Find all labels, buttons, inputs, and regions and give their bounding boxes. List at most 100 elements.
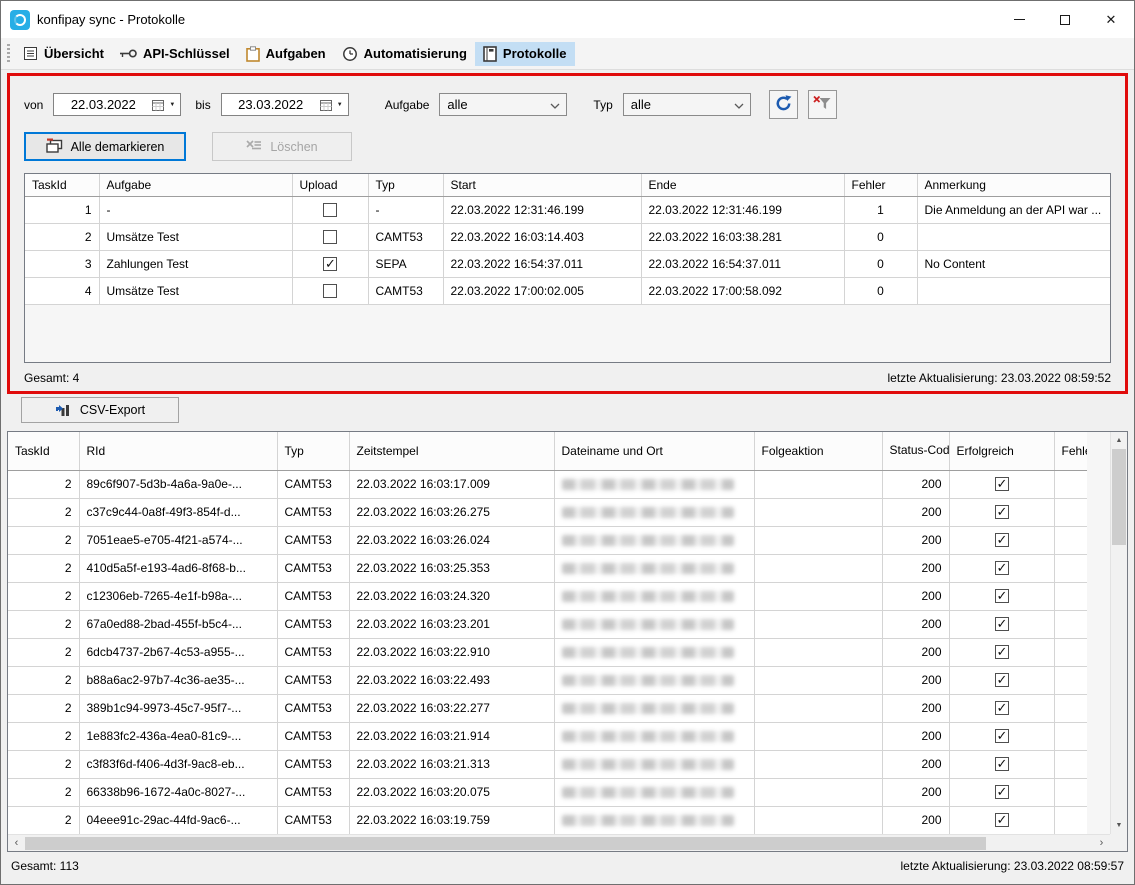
chevron-down-icon bbox=[550, 97, 560, 112]
table-row[interactable]: 2 Umsätze Test CAMT53 22.03.2022 16:03:1… bbox=[25, 223, 1110, 250]
action-row: Alle demarkieren Löschen bbox=[24, 132, 1125, 161]
erfolgreich-checkbox[interactable] bbox=[995, 645, 1009, 659]
scroll-left-icon[interactable]: ‹ bbox=[8, 835, 25, 852]
table-row[interactable]: 4 Umsätze Test CAMT53 22.03.2022 17:00:0… bbox=[25, 277, 1110, 304]
upload-checkbox[interactable] bbox=[323, 284, 337, 298]
cell-dateiname-redacted bbox=[554, 582, 754, 610]
date-from-picker[interactable]: 22.03.2022 ▼ bbox=[53, 93, 181, 116]
cell-folgeaktion bbox=[754, 498, 882, 526]
cell-status-code: 200 bbox=[882, 806, 949, 834]
close-button[interactable]: ✕ bbox=[1088, 1, 1134, 38]
vertical-scroll-thumb[interactable] bbox=[1112, 449, 1126, 545]
table-row[interactable]: 2 1e883fc2-436a-4ea0-81c9-... CAMT53 22.… bbox=[8, 722, 1087, 750]
erfolgreich-checkbox[interactable] bbox=[995, 505, 1009, 519]
tab-label: Aufgaben bbox=[266, 46, 326, 61]
erfolgreich-checkbox[interactable] bbox=[995, 617, 1009, 631]
cell-taskid: 2 bbox=[8, 610, 79, 638]
vertical-scrollbar[interactable]: ▲ ▼ bbox=[1110, 432, 1127, 834]
col-typ[interactable]: Typ bbox=[277, 432, 349, 470]
table-row[interactable]: 2 7051eae5-e705-4f21-a574-... CAMT53 22.… bbox=[8, 526, 1087, 554]
minimize-button[interactable] bbox=[996, 1, 1042, 38]
cell-rid: 89c6f907-5d3b-4a6a-9a0e-... bbox=[79, 470, 277, 498]
table-row[interactable]: 2 6dcb4737-2b67-4c53-a955-... CAMT53 22.… bbox=[8, 638, 1087, 666]
col-start[interactable]: Start bbox=[443, 174, 641, 196]
col-erfolgreich[interactable]: Erfolgreich bbox=[949, 432, 1054, 470]
table-row[interactable]: 2 04eee91c-29ac-44fd-9ac6-... CAMT53 22.… bbox=[8, 806, 1087, 834]
cell-anmerkung: Die Anmeldung an der API war ... bbox=[917, 196, 1110, 223]
col-taskid[interactable]: TaskId bbox=[8, 432, 79, 470]
col-fehler[interactable]: Fehler bbox=[844, 174, 917, 196]
tab-aufgaben[interactable]: Aufgaben bbox=[238, 42, 334, 66]
upload-checkbox[interactable] bbox=[323, 230, 337, 244]
horizontal-scrollbar[interactable]: ‹ › bbox=[8, 834, 1110, 851]
delete-button[interactable]: Löschen bbox=[212, 132, 352, 161]
tab-automatisierung[interactable]: Automatisierung bbox=[334, 42, 475, 66]
chevron-down-icon[interactable]: ▼ bbox=[335, 102, 348, 108]
cell-folgeaktion bbox=[754, 610, 882, 638]
tab-protokolle[interactable]: Protokolle bbox=[475, 42, 575, 66]
cell-dateiname-redacted bbox=[554, 778, 754, 806]
titlebar: konfipay sync - Protokolle ✕ bbox=[1, 1, 1134, 38]
erfolgreich-checkbox[interactable] bbox=[995, 673, 1009, 687]
table-row[interactable]: 2 66338b96-1672-4a0c-8027-... CAMT53 22.… bbox=[8, 778, 1087, 806]
cell-upload bbox=[292, 250, 368, 277]
col-zeitstempel[interactable]: Zeitstempel bbox=[349, 432, 554, 470]
col-fehler[interactable]: Fehler bbox=[1054, 432, 1087, 470]
table-row[interactable]: 2 410d5a5f-e193-4ad6-8f68-b... CAMT53 22… bbox=[8, 554, 1087, 582]
chevron-down-icon[interactable]: ▼ bbox=[167, 102, 180, 108]
scroll-up-icon[interactable]: ▲ bbox=[1111, 432, 1127, 449]
col-ende[interactable]: Ende bbox=[641, 174, 844, 196]
maximize-button[interactable] bbox=[1042, 1, 1088, 38]
erfolgreich-checkbox[interactable] bbox=[995, 813, 1009, 827]
clear-filter-button[interactable] bbox=[808, 90, 837, 119]
col-folgeaktion[interactable]: Folgeaktion bbox=[754, 432, 882, 470]
cell-dateiname-redacted bbox=[554, 638, 754, 666]
cell-start: 22.03.2022 12:31:46.199 bbox=[443, 196, 641, 223]
erfolgreich-checkbox[interactable] bbox=[995, 785, 1009, 799]
demark-all-button[interactable]: Alle demarkieren bbox=[24, 132, 186, 161]
table-row[interactable]: 2 b88a6ac2-97b7-4c36-ae35-... CAMT53 22.… bbox=[8, 666, 1087, 694]
erfolgreich-checkbox[interactable] bbox=[995, 561, 1009, 575]
table-row[interactable]: 2 c12306eb-7265-4e1f-b98a-... CAMT53 22.… bbox=[8, 582, 1087, 610]
table-row[interactable]: 2 c37c9c44-0a8f-49f3-854f-d... CAMT53 22… bbox=[8, 498, 1087, 526]
table-row[interactable]: 3 Zahlungen Test SEPA 22.03.2022 16:54:3… bbox=[25, 250, 1110, 277]
table-row[interactable]: 2 67a0ed88-2bad-455f-b5c4-... CAMT53 22.… bbox=[8, 610, 1087, 638]
date-to-picker[interactable]: 23.03.2022 ▼ bbox=[221, 93, 349, 116]
erfolgreich-checkbox[interactable] bbox=[995, 701, 1009, 715]
horizontal-scroll-thumb[interactable] bbox=[25, 837, 986, 850]
table-row[interactable]: 2 89c6f907-5d3b-4a6a-9a0e-... CAMT53 22.… bbox=[8, 470, 1087, 498]
col-aufgabe[interactable]: Aufgabe bbox=[99, 174, 292, 196]
cell-fehler: 0 bbox=[844, 250, 917, 277]
tab-api-schluessel[interactable]: API-Schlüssel bbox=[112, 42, 238, 65]
scroll-down-icon[interactable]: ▼ bbox=[1111, 817, 1127, 834]
erfolgreich-checkbox[interactable] bbox=[995, 729, 1009, 743]
csv-export-button[interactable]: CSV-Export bbox=[21, 397, 179, 423]
erfolgreich-checkbox[interactable] bbox=[995, 589, 1009, 603]
col-anmerkung[interactable]: Anmerkung bbox=[917, 174, 1110, 196]
cell-dateiname-redacted bbox=[554, 610, 754, 638]
typ-select[interactable]: alle bbox=[623, 93, 751, 116]
upload-checkbox[interactable] bbox=[323, 203, 337, 217]
cell-rid: 1e883fc2-436a-4ea0-81c9-... bbox=[79, 722, 277, 750]
col-dateiname[interactable]: Dateiname und Ort bbox=[554, 432, 754, 470]
table-row[interactable]: 1 - - 22.03.2022 12:31:46.199 22.03.2022… bbox=[25, 196, 1110, 223]
scroll-right-icon[interactable]: › bbox=[1093, 835, 1110, 852]
col-taskid[interactable]: TaskId bbox=[25, 174, 99, 196]
col-rid[interactable]: RId bbox=[79, 432, 277, 470]
cell-dateiname-redacted bbox=[554, 498, 754, 526]
aufgabe-select[interactable]: alle bbox=[439, 93, 567, 116]
table-row[interactable]: 2 389b1c94-9973-45c7-95f7-... CAMT53 22.… bbox=[8, 694, 1087, 722]
erfolgreich-checkbox[interactable] bbox=[995, 757, 1009, 771]
col-typ[interactable]: Typ bbox=[368, 174, 443, 196]
table-row[interactable]: 2 c3f83f6d-f406-4d3f-9ac8-eb... CAMT53 2… bbox=[8, 750, 1087, 778]
tab-uebersicht[interactable]: Übersicht bbox=[15, 42, 112, 65]
col-upload[interactable]: Upload bbox=[292, 174, 368, 196]
upload-checkbox[interactable] bbox=[323, 257, 337, 271]
cell-taskid: 2 bbox=[8, 526, 79, 554]
refresh-button[interactable] bbox=[769, 90, 798, 119]
col-status-code[interactable]: Status-Code bbox=[882, 432, 949, 470]
erfolgreich-checkbox[interactable] bbox=[995, 533, 1009, 547]
erfolgreich-checkbox[interactable] bbox=[995, 477, 1009, 491]
toolbar-grip[interactable] bbox=[7, 44, 10, 64]
cell-fehler bbox=[1054, 470, 1087, 498]
